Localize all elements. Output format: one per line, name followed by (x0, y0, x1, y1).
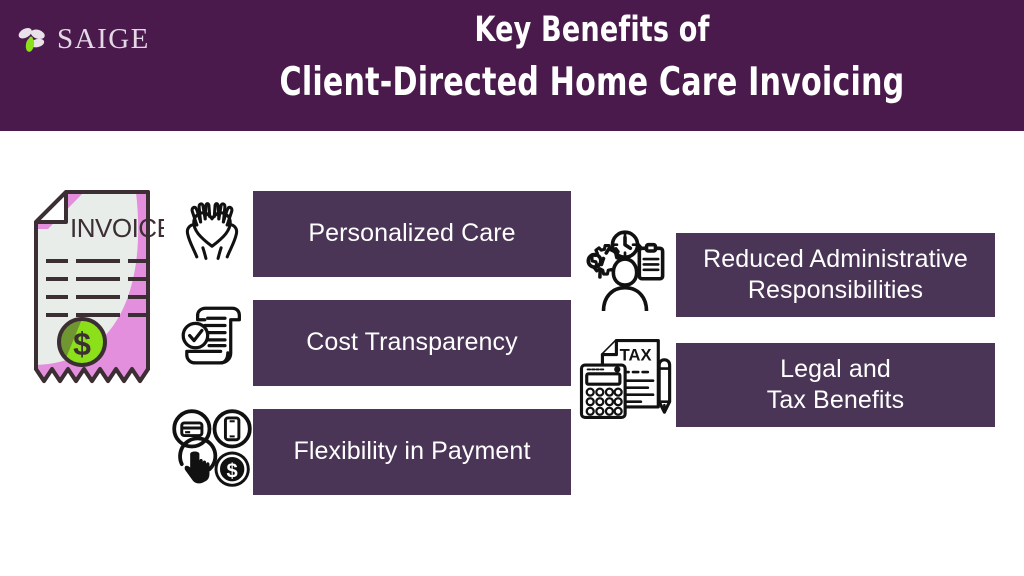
mobile-phone-icon (212, 409, 252, 449)
benefit-label-legal-tax-line-2: Tax Benefits (766, 386, 905, 414)
admin-person-clock-gear-clipboard-icon (586, 230, 665, 311)
benefit-label-personalized-care: Personalized Care (308, 219, 516, 248)
benefit-box-cost-transparency[interactable]: Cost Transparency (253, 300, 571, 386)
benefit-label-reduced-admin-line-1: Reduced Administrative (703, 244, 968, 273)
pen-icon (657, 358, 672, 414)
benefit-box-personalized-care[interactable]: Personalized Care (253, 191, 571, 277)
invoice-illustration: INVOICE $ (34, 190, 164, 383)
page-title-line-1: Key Benefits of (474, 10, 710, 50)
dollar-coin-icon: $ (214, 451, 250, 487)
page-title-line-2: Client-Directed Home Care Invoicing (279, 59, 905, 105)
hands-holding-heart-icon (185, 202, 239, 260)
tax-label: TAX (620, 346, 652, 365)
benefit-box-reduced-administrative-responsibilities[interactable]: Reduced Administrative Responsibilities (676, 233, 995, 317)
svg-text:$: $ (73, 326, 91, 362)
invoice-dollar-coin: $ (57, 317, 107, 367)
scroll-checkmark-icon (181, 306, 241, 365)
benefit-box-legal-and-tax-benefits[interactable]: Legal and Tax Benefits (676, 343, 995, 427)
infographic-body: INVOICE $ $ TAX Personalized Care Cost T… (0, 131, 1024, 576)
header-title-group: Key Benefits of Client-Directed Home Car… (170, 6, 1014, 104)
benefit-label-flexibility-in-payment: Flexibility in Payment (293, 437, 531, 466)
benefit-label-reduced-admin-line-2: Responsibilities (747, 276, 924, 304)
saige-logo[interactable]: SAIGE (14, 22, 150, 56)
benefit-label-legal-tax-line-1: Legal and (780, 354, 891, 383)
header-band: SAIGE Key Benefits of Client-Directed Ho… (0, 0, 1024, 131)
tax-document-calculator-pen-icon: TAX % (579, 339, 672, 419)
calculator-icon (579, 363, 627, 419)
clipboard-icon (637, 242, 665, 281)
payment-methods-icon: $ (172, 409, 252, 487)
benefit-label-cost-transparency: Cost Transparency (306, 328, 518, 357)
invoice-folded-corner (34, 190, 68, 224)
saige-wordmark: SAIGE (57, 22, 150, 55)
benefit-box-flexibility-in-payment[interactable]: Flexibility in Payment (253, 409, 571, 495)
invoice-heading: INVOICE (70, 213, 164, 243)
saige-flower-icon (18, 27, 45, 52)
svg-text:$: $ (227, 461, 238, 483)
